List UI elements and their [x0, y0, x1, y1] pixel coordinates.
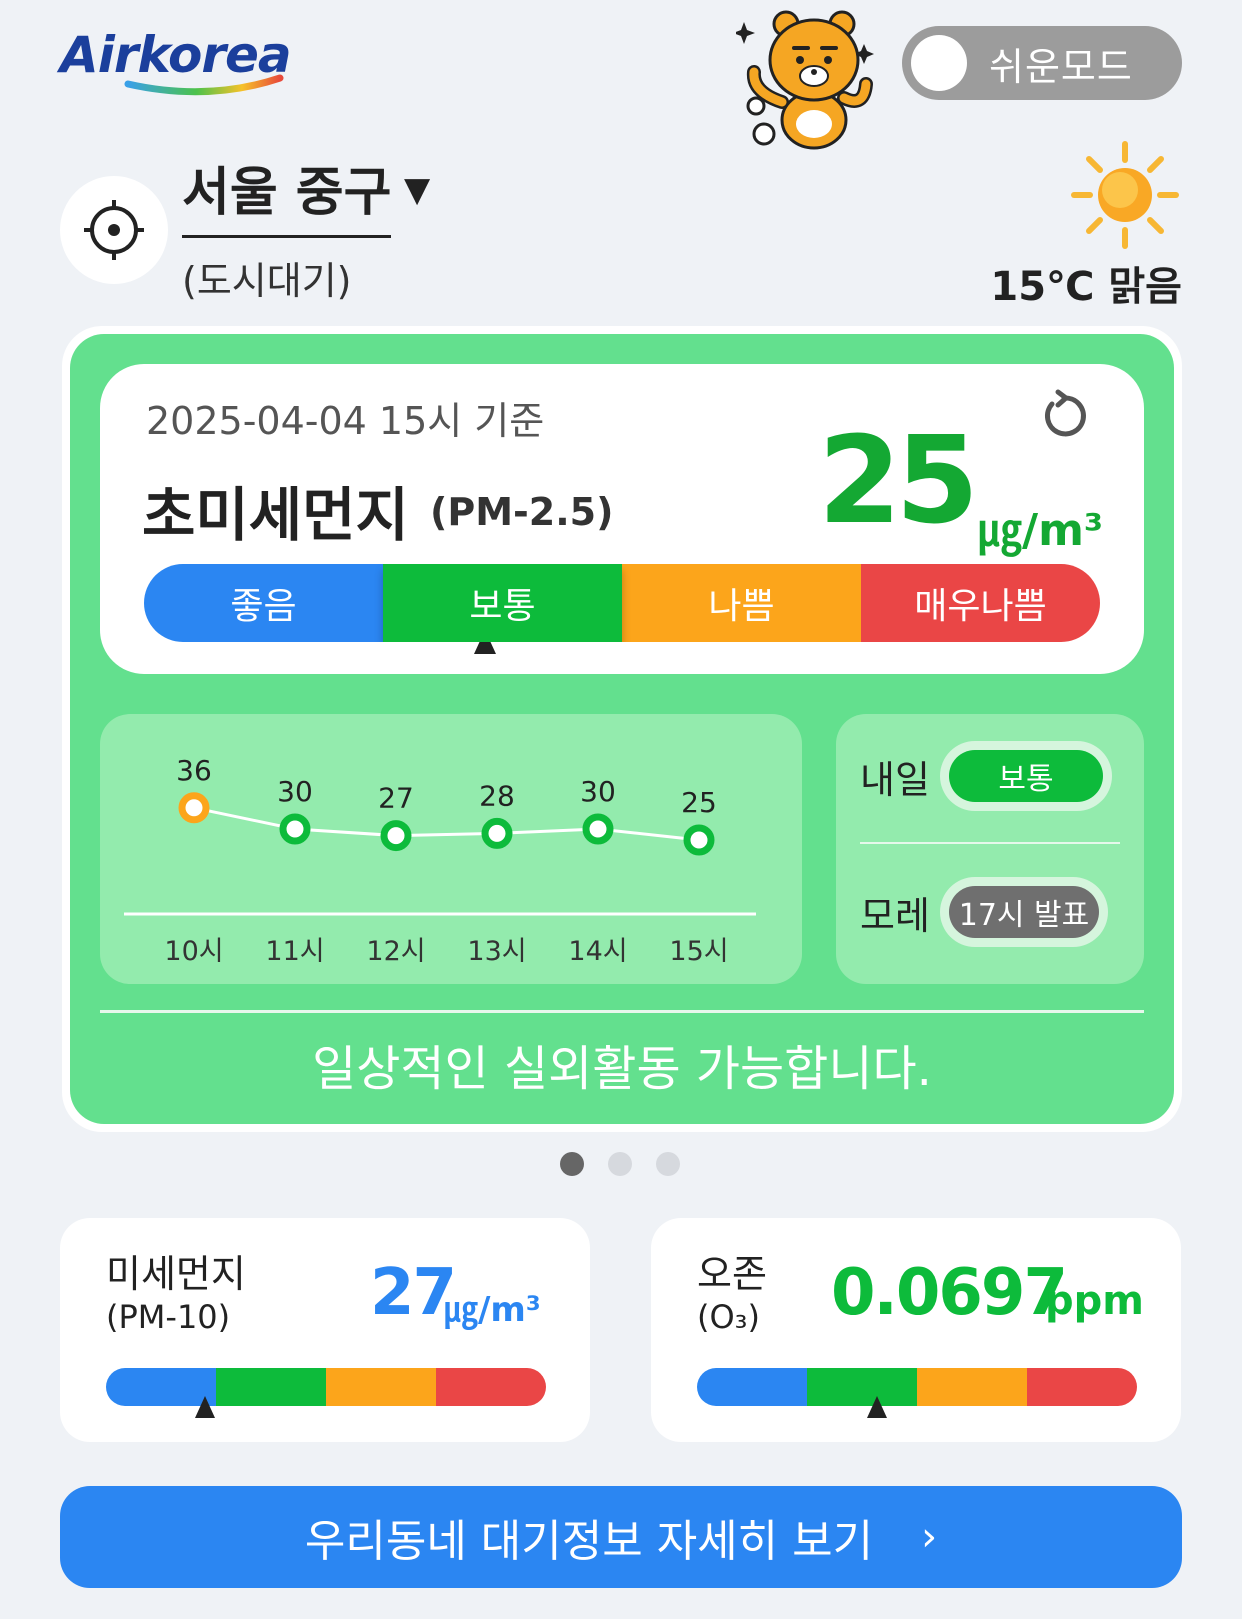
day-after-status: 17시 발표: [949, 886, 1099, 938]
pm25-value: 25: [818, 412, 979, 551]
refresh-icon[interactable]: [1036, 388, 1092, 444]
trend-value-label: 28: [479, 779, 515, 812]
pm25-summary-panel: 2025-04-04 15시 기준 초미세먼지 (PM-2.5) 25 ㎍/m³…: [100, 364, 1144, 674]
tomorrow-label: 내일: [860, 757, 930, 802]
grade-normal: 보통: [383, 564, 622, 642]
airkorea-logo: Airkorea: [58, 22, 298, 102]
toggle-knob: [911, 35, 967, 91]
forecast-day-after: 모레 17시 발표: [860, 872, 1130, 952]
trend-hour-label: 15시: [669, 936, 728, 967]
current-location-button[interactable]: [60, 176, 168, 284]
hourly-trend-chart: 36 10시 30 11시 27 12시 28 13시 30 14시 25 15시: [124, 754, 756, 967]
ozone-unit: ppm: [1045, 1278, 1144, 1324]
pm10-unit: ㎍/m³: [444, 1290, 541, 1330]
grade-scale-bar: 좋음 보통 나쁨 매우나쁨: [144, 564, 1100, 642]
trend-value-label: 30: [580, 775, 616, 808]
pm10-scale-bar: [106, 1368, 546, 1406]
detail-button-label: 우리동네 대기정보 자세히 보기: [304, 1516, 874, 1567]
dropdown-arrow-icon[interactable]: ▼: [404, 170, 430, 210]
trend-value-label: 27: [378, 782, 414, 815]
pager-dot-2[interactable]: [608, 1152, 632, 1176]
grade-bad: 나쁨: [622, 564, 861, 642]
trend-hour-label: 10시: [164, 936, 223, 967]
easy-mode-label: 쉬운모드: [989, 44, 1133, 89]
trend-hour-label: 14시: [568, 936, 627, 967]
ozone-subtitle: (O₃): [697, 1298, 760, 1336]
pager-dots: [560, 1152, 680, 1176]
forecast-tomorrow: 내일 보통: [860, 736, 1130, 816]
day-after-badge: 17시 발표: [940, 877, 1108, 947]
pm10-subtitle: (PM-10): [106, 1298, 231, 1336]
trend-point: [582, 813, 614, 845]
ozone-marker-icon: [867, 1396, 888, 1418]
tomorrow-grade: 보통: [949, 750, 1103, 802]
pm25-title: 초미세먼지: [142, 481, 409, 549]
ozone-scale-bar: [697, 1368, 1137, 1406]
pm25-unit: ㎍/m³: [978, 505, 1104, 556]
sun-icon: [1070, 140, 1180, 250]
chevron-right-icon: ›: [921, 1514, 938, 1560]
pm25-card-body: 2025-04-04 15시 기준 초미세먼지 (PM-2.5) 25 ㎍/m³…: [70, 334, 1174, 1124]
pager-dot-3[interactable]: [656, 1152, 680, 1176]
trend-hour-label: 11시: [265, 936, 324, 967]
grade-good: 좋음: [144, 564, 383, 642]
trend-hour-label: 12시: [366, 936, 425, 967]
pm10-value: 27: [370, 1256, 457, 1330]
measurement-time: 2025-04-04 15시 기준: [146, 399, 545, 443]
day-after-label: 모레: [860, 893, 930, 938]
trend-line: [193, 806, 700, 842]
pager-dot-1[interactable]: [560, 1152, 584, 1176]
location-selector[interactable]: 서울 중구: [182, 150, 392, 238]
view-detail-button[interactable]: 우리동네 대기정보 자세히 보기 ›: [60, 1486, 1182, 1588]
trend-point: [481, 817, 513, 849]
trend-point: [178, 792, 210, 824]
logo-text: Airkorea: [60, 26, 292, 84]
pm10-title: 미세먼지: [106, 1252, 246, 1296]
station-type: (도시대기): [182, 259, 352, 303]
ozone-card[interactable]: 오존 (O₃) 0.0697 ppm: [651, 1218, 1181, 1442]
grade-very-bad: 매우나쁨: [861, 564, 1100, 642]
pm25-main-card[interactable]: 2025-04-04 15시 기준 초미세먼지 (PM-2.5) 25 ㎍/m³…: [62, 326, 1182, 1132]
trend-value-label: 30: [277, 775, 313, 808]
tomorrow-badge: 보통: [940, 741, 1112, 811]
pm10-card[interactable]: 미세먼지 (PM-10) 27 ㎍/m³: [60, 1218, 590, 1442]
forecast-divider: [860, 842, 1120, 844]
trend-point: [380, 820, 412, 852]
crosshair-icon: [84, 200, 144, 260]
pm25-subtitle: (PM-2.5): [430, 490, 614, 534]
trend-point: [279, 813, 311, 845]
trend-hour-label: 13시: [467, 936, 526, 967]
forecast-panel[interactable]: 내일 보통 모레 17시 발표: [836, 714, 1144, 984]
weather-summary: 15℃ 맑음: [990, 264, 1182, 310]
easy-mode-toggle[interactable]: 쉬운모드: [902, 26, 1182, 100]
card-divider: [100, 1010, 1144, 1013]
trend-value-label: 25: [681, 786, 717, 819]
hourly-trend-panel[interactable]: 36 10시 30 11시 27 12시 28 13시 30 14시 25 15시: [100, 714, 802, 984]
trend-value-label: 36: [176, 754, 212, 787]
activity-message: 일상적인 실외활동 가능합니다.: [312, 1041, 932, 1097]
pm10-marker-icon: [195, 1396, 215, 1418]
ozone-title: 오존: [697, 1252, 767, 1296]
ozone-value: 0.0697: [831, 1256, 1068, 1330]
trend-point: [683, 824, 715, 856]
mascot-image: [733, 2, 906, 154]
